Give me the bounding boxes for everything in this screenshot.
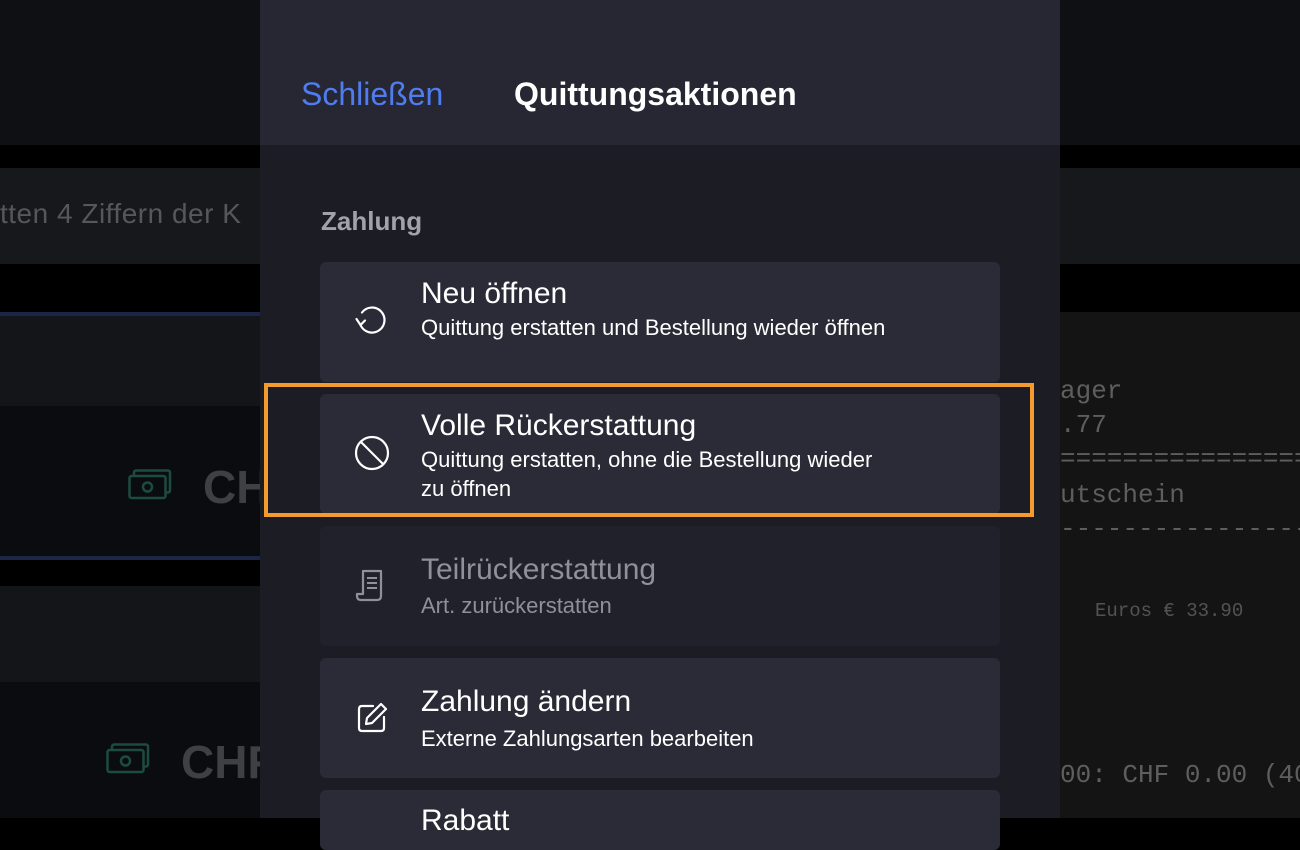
edit-icon [357, 702, 388, 733]
receipt-line: utschein [1060, 480, 1185, 510]
action-title: Zahlung ändern [421, 685, 632, 718]
action-title: Neu öffnen [421, 277, 568, 310]
full-refund-action[interactable]: Volle Rückerstattung Quittung erstatten,… [320, 394, 1000, 514]
action-title: Teilrückerstattung [421, 553, 657, 586]
background-row [0, 586, 260, 682]
reopen-action[interactable]: Neu öffnen Quittung erstatten und Bestel… [320, 262, 1000, 382]
action-subtitle: Externe Zahlungsarten bearbeiten [421, 726, 754, 751]
receipt-icon [355, 569, 383, 602]
sheet-title: Quittungsaktionen [514, 76, 797, 112]
prohibit-icon [354, 435, 390, 471]
receipt-euro-line: Euros € 33.90 [1095, 600, 1244, 622]
receipt-separator: ================ [1060, 444, 1300, 474]
reopen-icon [355, 306, 386, 334]
receipt-separator: ---------------- [1060, 514, 1300, 544]
receipt-line: .77 [1060, 410, 1107, 440]
cash-icon [128, 469, 172, 500]
action-subtitle: Art. zurückerstatten [421, 593, 612, 618]
action-title: Volle Rückerstattung [421, 409, 697, 442]
sheet-header: Schließen Quittungsaktionen [260, 0, 1060, 145]
receipt-line: 00: CHF 0.00 (40 [1060, 760, 1300, 790]
action-subtitle: Quittung erstatten und Bestellung wieder… [421, 315, 886, 340]
action-title: Rabatt [421, 804, 510, 837]
receipt-actions-sheet: Schließen Quittungsaktionen Zahlung Neu … [260, 0, 1060, 850]
background-divider [0, 556, 260, 560]
receipt-preview: ager .77 ================ utschein -----… [1060, 312, 1300, 818]
background-row [0, 316, 260, 406]
section-label-payment: Zahlung [321, 206, 423, 236]
partial-refund-action[interactable]: Teilrückerstattung Art. zurückerstatten [320, 526, 1000, 646]
change-payment-action[interactable]: Zahlung ändern Externe Zahlungsarten bea… [320, 658, 1000, 778]
action-subtitle: Quittung erstatten, ohne die Bestellung … [421, 447, 873, 501]
discount-action[interactable]: Rabatt [320, 790, 1000, 850]
background-search-hint: tten 4 Ziffern der K [0, 198, 242, 229]
receipt-line: ager [1060, 376, 1123, 406]
close-button[interactable]: Schließen [301, 76, 443, 113]
cash-icon [106, 743, 150, 774]
